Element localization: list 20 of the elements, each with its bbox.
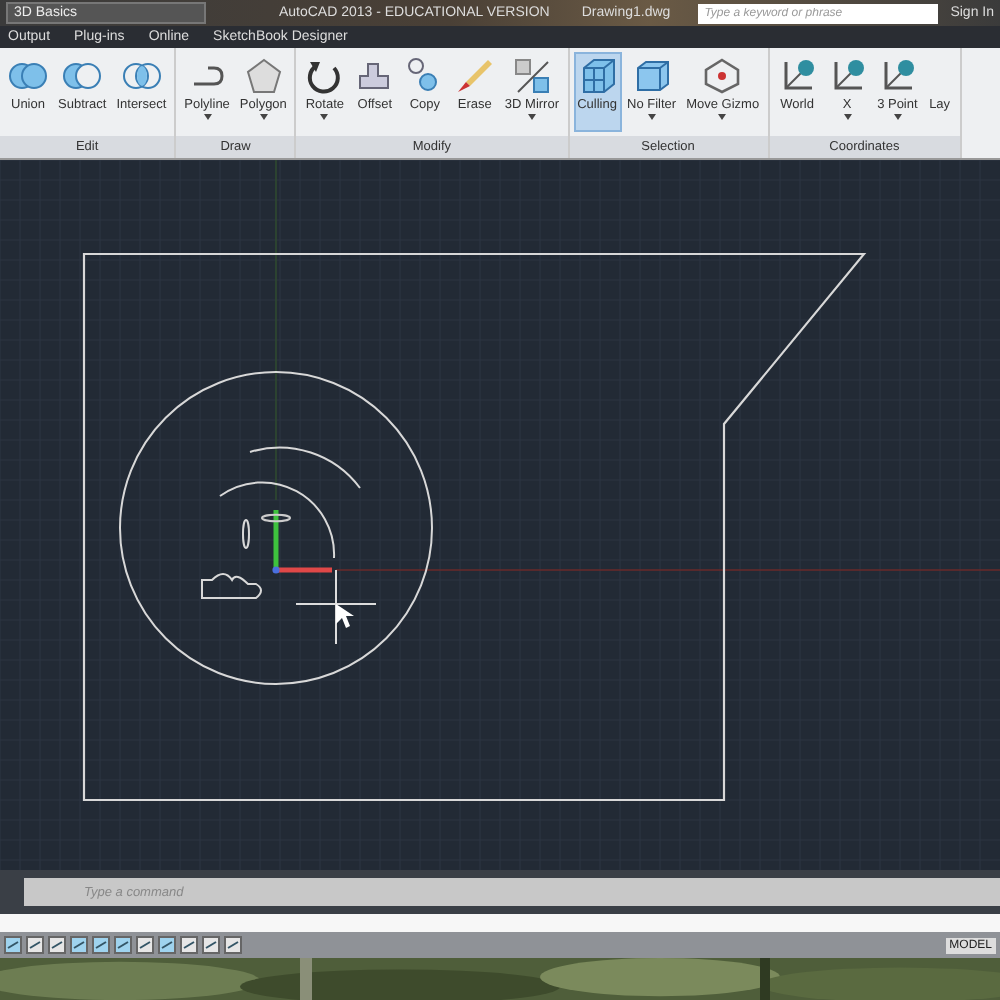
crosshair-cursor	[295, 569, 377, 645]
status-toggle-icon[interactable]	[224, 936, 242, 954]
mirror-icon	[511, 56, 552, 96]
ucs-icon	[261, 510, 332, 574]
polygon-icon	[243, 56, 284, 96]
status-toggle-icon[interactable]	[180, 936, 198, 954]
status-toggle-icon[interactable]	[26, 936, 44, 954]
status-toggle-icon[interactable]	[70, 936, 88, 954]
status-toggle-icon[interactable]	[48, 936, 66, 954]
ellipse-shape	[242, 519, 250, 549]
rotate-icon	[304, 56, 345, 96]
status-toggle-icon[interactable]	[158, 936, 176, 954]
culling-icon	[577, 56, 618, 96]
status-toggle-icon[interactable]	[202, 936, 220, 954]
status-toggle-icon[interactable]	[4, 936, 22, 954]
status-toggle-icon[interactable]	[114, 936, 132, 954]
erase-icon	[454, 56, 495, 96]
status-toggle-icon[interactable]	[136, 936, 154, 954]
cloud-shape	[201, 573, 262, 599]
status-toggle-icon[interactable]	[92, 936, 110, 954]
